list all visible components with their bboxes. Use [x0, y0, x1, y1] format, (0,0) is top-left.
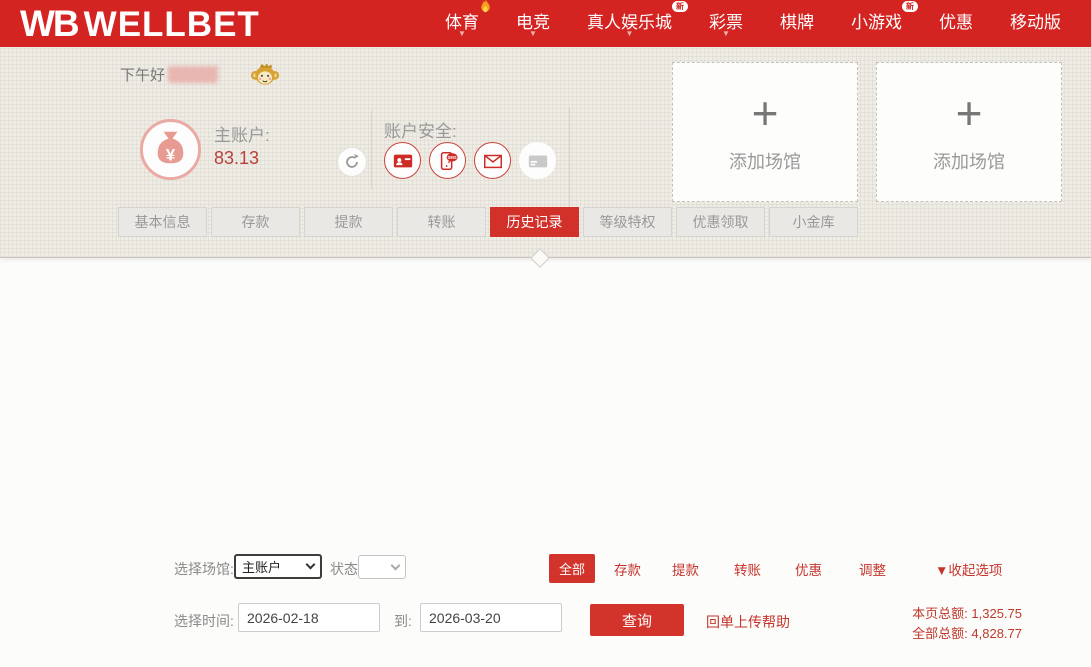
chevron-down-icon [390, 560, 401, 570]
receipt-upload-help-link[interactable]: 回单上传帮助 [706, 612, 790, 632]
account-tabs: 基本信息 存款 提款 转账 历史记录 等级特权 优惠领取 小金库 [118, 207, 858, 237]
plus-icon: + [955, 87, 983, 139]
history-content: 选择场馆: 主账户 状态: 全部 存款 提款 转账 优惠 调整 ▼收起选项 选择… [0, 258, 1091, 667]
chevron-down-icon: ▼ [529, 29, 537, 38]
new-badge: 新 [902, 1, 918, 12]
nav-item-esports[interactable]: 电竞 ▼ [516, 0, 550, 47]
logo-text: WELLBET [83, 5, 260, 44]
type-filter-deposit[interactable]: 存款 [614, 559, 641, 579]
venue-select-value: 主账户 [242, 560, 282, 575]
tab-history[interactable]: 历史记录 [490, 207, 579, 237]
tab-promo-claim[interactable]: 优惠领取 [676, 207, 765, 237]
add-venue-panel-2[interactable]: + 添加场馆 [876, 62, 1062, 202]
chevron-down-icon: ▼ [625, 29, 634, 38]
all-total-value: 4,828.77 [971, 626, 1022, 641]
page-total-value: 1,325.75 [971, 606, 1022, 621]
tab-basic-info[interactable]: 基本信息 [118, 207, 207, 237]
balance-value: 83.13 [214, 148, 260, 168]
type-filter-adjust[interactable]: 调整 [859, 559, 886, 579]
tab-transfer[interactable]: 转账 [397, 207, 486, 237]
chevron-down-icon: ▼ [458, 29, 466, 38]
type-filter-promo[interactable]: 优惠 [795, 559, 822, 579]
nav-item-mini-games[interactable]: 小游戏 新 [851, 0, 918, 47]
nav-item-board-games[interactable]: 棋牌 [780, 0, 814, 47]
venue-filter-label: 选择场馆: [174, 561, 234, 577]
time-filter-label: 选择时间: [174, 613, 234, 629]
totals: 本页总额: 1,325.75 全部总额: 4,828.77 [912, 604, 1022, 644]
tab-withdraw[interactable]: 提款 [304, 207, 393, 237]
username-redacted [168, 66, 219, 83]
account-panel: 下午好 ¥ 主账户: 83.13 账户安全: SMS + 添加场馆 + 添加场馆… [0, 47, 1091, 268]
chevron-down-icon [305, 559, 316, 570]
chevron-down-icon: ▼ [722, 29, 730, 38]
money-bag-icon: ¥ [139, 118, 202, 186]
new-badge: 新 [672, 1, 688, 12]
tab-level-privileges[interactable]: 等级特权 [583, 207, 672, 237]
id-card-icon[interactable] [384, 142, 421, 179]
nav-label: 优惠 [939, 12, 973, 32]
page-total: 本页总额: 1,325.75 [912, 604, 1022, 624]
all-total-label: 全部总额: [912, 626, 968, 641]
all-total: 全部总额: 4,828.77 [912, 624, 1022, 644]
divider [371, 111, 372, 189]
plus-icon: + [751, 87, 779, 139]
collapse-options-label: 收起选项 [948, 563, 1003, 578]
add-venue-label: 添加场馆 [933, 152, 1005, 172]
query-button[interactable]: 查询 [590, 604, 684, 636]
svg-text:¥: ¥ [166, 145, 176, 164]
greeting: 下午好 [120, 61, 280, 88]
type-filter-transfer[interactable]: 转账 [734, 559, 761, 579]
triangle-down-icon: ▼ [935, 563, 949, 578]
type-filter-all[interactable]: 全部 [549, 554, 596, 583]
top-navbar: WB WELLBET 体育 ▼ 电竞 ▼ 真人娱乐城 新 ▼ 彩票 ▼ 棋牌 小… [0, 0, 1091, 47]
refresh-icon[interactable] [338, 148, 366, 176]
to-label: 到: [394, 613, 412, 629]
add-venue-label: 添加场馆 [729, 152, 801, 172]
email-icon[interactable] [474, 142, 511, 179]
add-venue-panel-1[interactable]: + 添加场馆 [672, 62, 858, 202]
nav-label: 移动版 [1010, 12, 1061, 32]
nav-item-live-casino[interactable]: 真人娱乐城 新 ▼ [587, 0, 688, 47]
security-icons: SMS [384, 142, 556, 179]
type-filter-withdraw[interactable]: 提款 [672, 559, 699, 579]
sms-phone-icon[interactable]: SMS [429, 142, 466, 179]
nav-item-mobile[interactable]: 移动版 [1010, 0, 1061, 47]
date-from-input[interactable] [238, 603, 380, 632]
nav-item-promotions[interactable]: 优惠 [939, 0, 973, 47]
nav-item-lottery[interactable]: 彩票 ▼ [709, 0, 743, 47]
greeting-text: 下午好 [120, 67, 166, 84]
tab-deposit[interactable]: 存款 [211, 207, 300, 237]
page: WB WELLBET 体育 ▼ 电竞 ▼ 真人娱乐城 新 ▼ 彩票 ▼ 棋牌 小… [0, 0, 1091, 667]
svg-text:SMS: SMS [447, 154, 456, 159]
nav-label: 棋牌 [780, 12, 814, 32]
tab-vault[interactable]: 小金库 [769, 207, 858, 237]
nav-item-sports[interactable]: 体育 ▼ [445, 0, 490, 47]
page-total-label: 本页总额: [912, 606, 968, 621]
collapse-options-link[interactable]: ▼收起选项 [935, 559, 1002, 579]
nav-label: 小游戏 [851, 12, 902, 32]
main-nav: 体育 ▼ 电竞 ▼ 真人娱乐城 新 ▼ 彩票 ▼ 棋牌 小游戏 新 优惠 移动版 [445, 0, 1091, 47]
date-to-input[interactable] [420, 603, 562, 632]
monkey-avatar [250, 61, 280, 88]
main-account-label: 主账户: [214, 126, 270, 145]
logo[interactable]: WB WELLBET [20, 3, 260, 45]
bank-card-icon[interactable] [519, 142, 556, 179]
venue-select[interactable]: 主账户 [234, 554, 322, 579]
status-select[interactable] [358, 555, 406, 579]
logo-mark: WB [20, 3, 80, 44]
flame-icon [479, 0, 492, 21]
account-security-label: 账户安全: [384, 122, 457, 141]
